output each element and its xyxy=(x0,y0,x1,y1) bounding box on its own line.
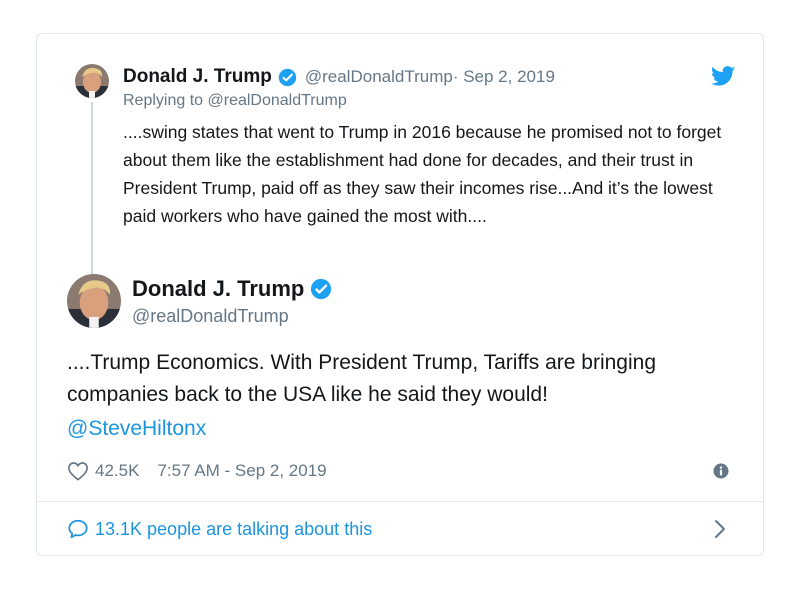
avatar-image xyxy=(75,64,109,98)
tweet-timestamp[interactable]: 7:57 AM - Sep 2, 2019 xyxy=(157,461,326,481)
parent-tweet-date[interactable]: · Sep 2, 2019 xyxy=(453,67,555,87)
main-author-handle[interactable]: @realDonaldTrump xyxy=(132,306,289,327)
info-icon[interactable] xyxy=(713,463,729,479)
verified-badge-icon xyxy=(278,68,297,86)
replying-to-link[interactable]: @realDonaldTrump xyxy=(208,92,347,109)
parent-avatar[interactable] xyxy=(75,64,109,98)
like-count[interactable]: 42.5K xyxy=(95,461,139,481)
verified-badge-icon xyxy=(311,278,332,300)
twitter-bird-icon[interactable] xyxy=(711,66,735,86)
avatar-image xyxy=(67,274,121,328)
parent-tweet-header: Donald J. Trump @realDonaldTrump · Sep 2… xyxy=(123,64,555,90)
main-tweet-text: ....Trump Economics. With President Trum… xyxy=(67,351,656,406)
speech-bubble-icon xyxy=(68,519,88,539)
mention-link[interactable]: @SteveHiltonx xyxy=(67,413,206,445)
replying-prefix: Replying to xyxy=(123,92,208,109)
divider xyxy=(37,501,763,502)
chevron-right-icon[interactable] xyxy=(713,518,727,540)
tweet-meta-row: 42.5K 7:57 AM - Sep 2, 2019 xyxy=(67,459,327,483)
embedded-tweet-card: Donald J. Trump @realDonaldTrump · Sep 2… xyxy=(36,33,764,556)
heart-icon[interactable] xyxy=(67,461,89,481)
main-avatar[interactable] xyxy=(67,274,121,328)
talking-count-text: 13.1K people are talking about this xyxy=(95,518,373,539)
main-author-row: Donald J. Trump xyxy=(132,276,332,302)
parent-author-handle[interactable]: @realDonaldTrump xyxy=(305,67,453,87)
main-author-name[interactable]: Donald J. Trump xyxy=(132,276,304,302)
replying-to-line: Replying to @realDonaldTrump xyxy=(123,92,347,110)
parent-author-name[interactable]: Donald J. Trump xyxy=(123,66,272,88)
parent-tweet-text: ....swing states that went to Trump in 2… xyxy=(123,122,722,226)
talking-about-link[interactable]: 13.1K people are talking about this xyxy=(67,516,372,542)
thread-line xyxy=(91,102,93,274)
